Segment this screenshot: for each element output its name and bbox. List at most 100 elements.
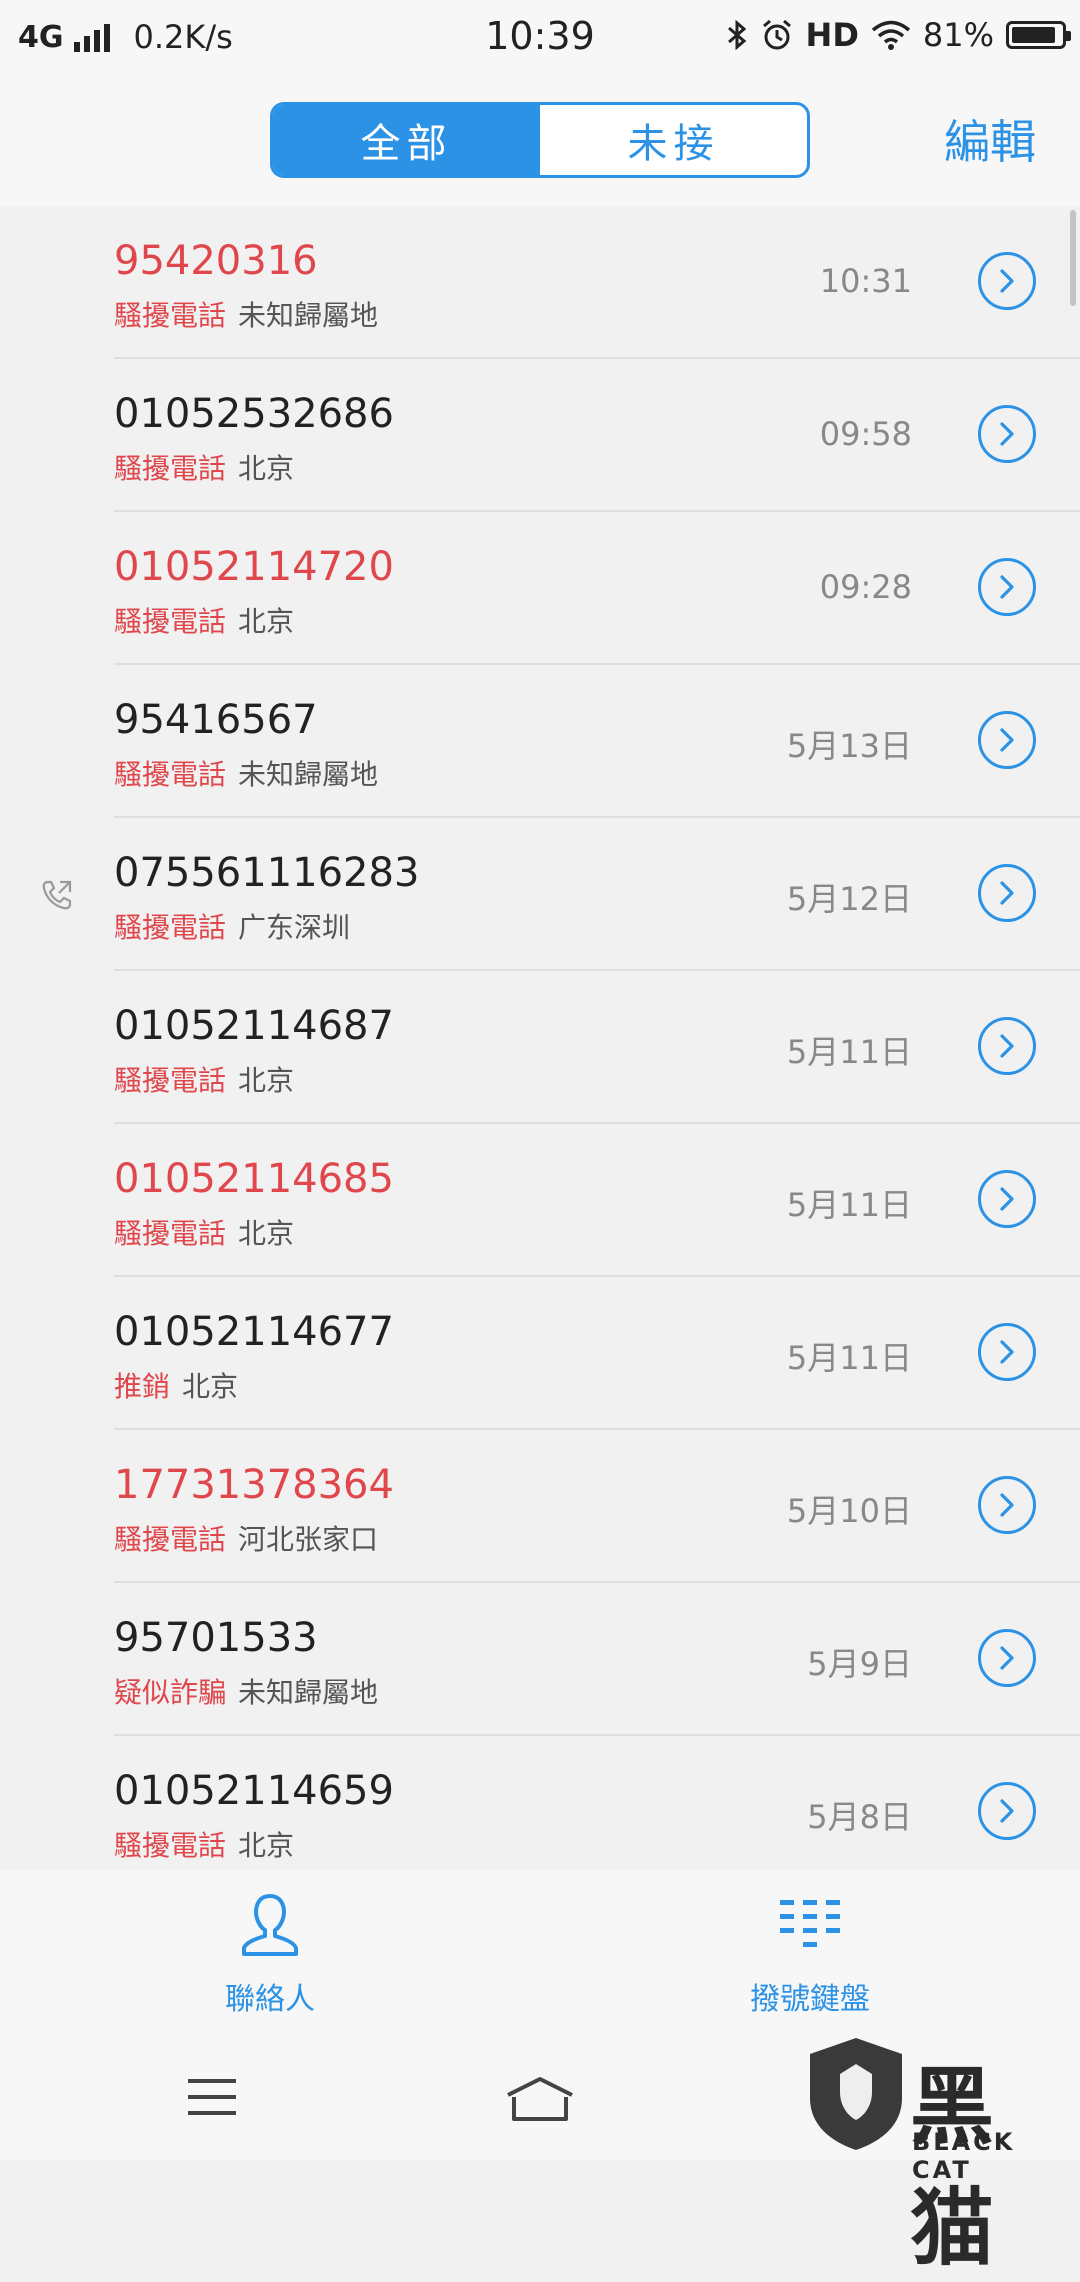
- tab-all[interactable]: 全部: [273, 105, 540, 175]
- caller-number: 01052532686: [114, 391, 394, 437]
- edit-button[interactable]: 編輯: [944, 106, 1036, 172]
- caller-location: 广东深圳: [238, 911, 351, 944]
- caller-location: 北京: [238, 1217, 295, 1250]
- caller-number: 01052114687: [114, 1003, 394, 1049]
- call-details-button[interactable]: [978, 1476, 1036, 1534]
- call-tag: 騷擾電話: [114, 1064, 227, 1097]
- call-log-row[interactable]: 01052532686 騷擾電話 北京 09:58: [0, 359, 1080, 512]
- caller-location: 北京: [238, 452, 295, 485]
- shield-logo: [810, 2038, 902, 2150]
- home-icon: [507, 2077, 573, 2121]
- caller-info: 騷擾電話 北京: [114, 600, 294, 640]
- call-details-button[interactable]: [978, 252, 1036, 310]
- tab-contacts-label: 聯絡人: [225, 1982, 315, 2017]
- call-log-list[interactable]: 95420316 騷擾電話 未知歸屬地 10:31 01052532686 騷擾電話 北京 0…: [0, 206, 1080, 1870]
- black-cat-watermark: 黑猫 BLACK CAT: [800, 2030, 1080, 2277]
- chevron-right-icon: [1000, 422, 1014, 446]
- call-tag: 騷擾電話: [114, 758, 227, 791]
- tab-dialpad-label: 撥號鍵盤: [750, 1982, 870, 2017]
- call-tag: 騷擾電話: [114, 1217, 227, 1250]
- chevron-right-icon: [1000, 1340, 1014, 1364]
- call-log-row[interactable]: 01052114677 推銷 北京 5月11日: [0, 1277, 1080, 1430]
- watermark-subtext: BLACK CAT: [912, 2128, 1016, 2184]
- call-time: 5月11日: [786, 1339, 912, 1377]
- call-details-button[interactable]: [978, 1017, 1036, 1075]
- caller-number: 01052114677: [114, 1309, 394, 1355]
- battery-percent: 81%: [922, 16, 994, 54]
- call-log-row[interactable]: 95701533 疑似詐騙 未知歸屬地 5月9日: [0, 1583, 1080, 1736]
- bottom-tab-bar: 聯絡人 撥號鍵盤: [0, 1870, 1080, 2025]
- alarm-icon: [762, 19, 791, 50]
- chevron-right-icon: [1000, 269, 1014, 293]
- battery-icon: [1006, 21, 1071, 49]
- call-time: 5月10日: [786, 1492, 912, 1530]
- call-time: 5月13日: [786, 727, 912, 765]
- caller-number: 95416567: [114, 697, 318, 743]
- call-log-row[interactable]: 95420316 騷擾電話 未知歸屬地 10:31: [0, 206, 1080, 359]
- call-log-row[interactable]: 01052114659 騷擾電話 北京 5月8日: [0, 1736, 1080, 1870]
- caller-location: 河北张家口: [238, 1523, 379, 1556]
- caller-info: 推銷 北京: [114, 1365, 238, 1405]
- status-right: HD 81%: [726, 16, 1071, 54]
- call-log-row[interactable]: 01052114720 騷擾電話 北京 09:28: [0, 512, 1080, 665]
- chevron-right-icon: [1000, 1799, 1014, 1823]
- call-time: 5月9日: [807, 1645, 912, 1683]
- caller-info: 騷擾電話 北京: [114, 1824, 294, 1864]
- call-tag: 騷擾電話: [114, 452, 227, 485]
- tab-contacts[interactable]: 聯絡人: [150, 1890, 390, 2018]
- chevron-right-icon: [1000, 881, 1014, 905]
- header: 全部 未接 編輯: [0, 76, 1080, 206]
- chevron-right-icon: [1000, 728, 1014, 752]
- call-log-row[interactable]: 95416567 騷擾電話 未知歸屬地 5月13日: [0, 665, 1080, 818]
- call-details-button[interactable]: [978, 558, 1036, 616]
- caller-location: 未知歸屬地: [238, 758, 379, 791]
- status-bar: 4G 0.2K/s 10:39 HD 81%: [0, 0, 1080, 76]
- call-details-button[interactable]: [978, 1629, 1036, 1687]
- call-details-button[interactable]: [978, 405, 1036, 463]
- caller-info: 騷擾電話 北京: [114, 447, 294, 487]
- call-log-row[interactable]: 17731378364 騷擾電話 河北张家口 5月10日: [0, 1430, 1080, 1583]
- home-button[interactable]: [504, 2075, 576, 2127]
- call-time: 09:58: [819, 415, 912, 453]
- caller-number: 95701533: [114, 1615, 318, 1661]
- call-log-row[interactable]: 01052114687 騷擾電話 北京 5月11日: [0, 971, 1080, 1124]
- tab-dialpad[interactable]: 撥號鍵盤: [690, 1890, 930, 2018]
- call-tag: 疑似詐騙: [114, 1676, 227, 1709]
- bluetooth-icon: [727, 19, 746, 51]
- hd-indicator: HD: [805, 16, 859, 54]
- caller-location: 北京: [182, 1370, 239, 1403]
- caller-info: 疑似詐騙 未知歸屬地: [114, 1671, 378, 1711]
- caller-number: 075561116283: [114, 850, 420, 896]
- dialpad-icon: [780, 1900, 840, 1947]
- caller-location: 北京: [238, 1829, 295, 1862]
- call-time: 5月12日: [786, 880, 912, 918]
- call-details-button[interactable]: [978, 864, 1036, 922]
- caller-number: 17731378364: [114, 1462, 394, 1508]
- call-details-button[interactable]: [978, 1782, 1036, 1840]
- call-tag: 騷擾電話: [114, 1523, 227, 1556]
- caller-info: 騷擾電話 北京: [114, 1212, 294, 1252]
- chevron-right-icon: [1000, 1646, 1014, 1670]
- chevron-right-icon: [1000, 575, 1014, 599]
- call-time: 5月8日: [807, 1798, 912, 1836]
- menu-button[interactable]: [186, 2075, 238, 2123]
- caller-number: 95420316: [114, 238, 318, 284]
- tab-missed[interactable]: 未接: [540, 105, 807, 175]
- caller-info: 騷擾電話 未知歸屬地: [114, 294, 378, 334]
- call-tag: 騷擾電話: [114, 299, 227, 332]
- call-time: 10:31: [819, 262, 912, 300]
- outgoing-call-icon: [42, 880, 72, 910]
- caller-number: 01052114720: [114, 544, 394, 590]
- caller-info: 騷擾電話 未知歸屬地: [114, 753, 378, 793]
- call-log-row[interactable]: 075561116283 騷擾電話 广东深圳 5月12日: [0, 818, 1080, 971]
- call-details-button[interactable]: [978, 1170, 1036, 1228]
- chevron-right-icon: [1000, 1187, 1014, 1211]
- call-details-button[interactable]: [978, 1323, 1036, 1381]
- caller-number: 01052114685: [114, 1156, 394, 1202]
- call-tag: 推銷: [114, 1370, 171, 1403]
- call-tag: 騷擾電話: [114, 605, 227, 638]
- call-details-button[interactable]: [978, 711, 1036, 769]
- wifi-icon: [871, 20, 910, 50]
- call-log-row[interactable]: 01052114685 騷擾電話 北京 5月11日: [0, 1124, 1080, 1277]
- caller-info: 騷擾電話 广东深圳: [114, 906, 350, 946]
